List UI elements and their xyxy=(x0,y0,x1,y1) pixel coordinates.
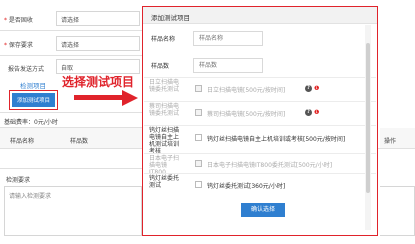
table-header-cell: 样品名称 xyxy=(10,138,35,145)
item-option-text: 日立扫描电镜[500元/按时间] xyxy=(207,87,286,94)
add-item-highlight: 添加测试项目 xyxy=(9,90,59,110)
item-option-text: 钨灯丝扫描电镜自主上机培训或考核[500元/按时间] xyxy=(207,136,346,143)
report-method-select[interactable]: 自取 xyxy=(56,59,140,74)
divider xyxy=(144,77,376,78)
item-option-text: 钨灯丝委托测试[360元/小时] xyxy=(207,183,286,190)
test-item-label: 日立扫描电镜委托测试 xyxy=(149,79,180,93)
requirement-placeholder: 请输入检测要求 xyxy=(9,193,52,200)
sample-name-input[interactable] xyxy=(193,31,263,46)
divider xyxy=(144,153,376,154)
item-option-text: 蔡司扫描电镜[500元/按时间] xyxy=(207,111,286,118)
requirement-label: 检测要求 xyxy=(6,177,31,184)
requirement-textarea-edge xyxy=(380,186,415,236)
divider xyxy=(144,101,376,102)
requirement-textarea[interactable]: 请输入检测要求 xyxy=(4,186,142,236)
divider xyxy=(0,112,142,113)
scrollbar-thumb[interactable] xyxy=(366,43,370,193)
test-item-label: 钨灯丝扫描电镜自主上机测试培训考核 xyxy=(149,127,180,155)
item-checkbox[interactable] xyxy=(195,160,202,167)
is-fixed-select[interactable]: 请选择 xyxy=(56,11,140,26)
base-fee-text: 基础费率：0元/小时 xyxy=(4,119,58,126)
item-checkbox[interactable] xyxy=(195,181,202,188)
help-icon[interactable]: ? xyxy=(305,85,312,92)
item-checkbox[interactable] xyxy=(195,85,202,92)
table-header-cell: 样品数 xyxy=(70,138,89,145)
arrow-right-icon xyxy=(74,90,138,106)
item-checkbox[interactable] xyxy=(195,134,202,141)
test-items-section-label: 检测项目 xyxy=(20,82,46,90)
table-header-actions: 操作 xyxy=(384,138,397,145)
callout-select-items: 选择测试项目 xyxy=(62,75,135,89)
storage-select[interactable]: 请选择 xyxy=(56,36,140,51)
divider xyxy=(0,168,142,169)
test-item-label: 钨灯丝委托测试 xyxy=(149,175,180,189)
confirm-selection-button[interactable]: 确认选择 xyxy=(241,203,285,217)
is-fixed-label: * 是否固收 xyxy=(4,17,33,24)
sample-count-label: 样品数 xyxy=(151,63,170,70)
divider xyxy=(144,125,376,126)
item-checkbox[interactable] xyxy=(195,109,202,116)
sample-name-label: 样品名称 xyxy=(151,36,176,43)
divider xyxy=(144,173,376,174)
divider xyxy=(0,30,142,31)
report-method-label: 报告发送方式 xyxy=(8,66,45,73)
required-mark: ❶ xyxy=(314,109,320,116)
test-item-label: 蔡司扫描电镜委托测试 xyxy=(149,103,180,117)
item-option-text: 日本电子扫描电镜IT800委托测试[500元/小时] xyxy=(207,162,333,169)
add-test-item-button[interactable]: 添加测试项目 xyxy=(12,93,56,107)
help-icon[interactable]: ? xyxy=(305,109,312,116)
dialog-scrollbar[interactable] xyxy=(365,25,371,230)
sample-count-input[interactable] xyxy=(193,58,263,73)
storage-label: * 保存要求 xyxy=(4,42,33,49)
required-mark: ❶ xyxy=(314,85,320,92)
dialog-title: 添加测试项目 xyxy=(143,7,377,24)
divider xyxy=(0,55,142,56)
add-test-item-dialog: 添加测试项目 样品名称 样品数 日立扫描电镜委托测试 日立扫描电镜[500元/按… xyxy=(142,6,378,236)
